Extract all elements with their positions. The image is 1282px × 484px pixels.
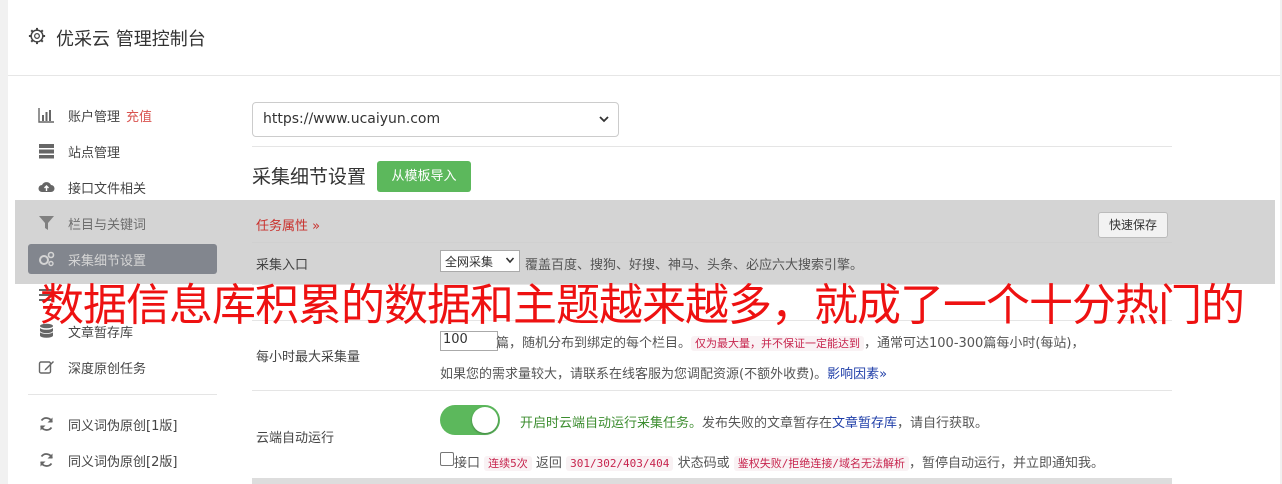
sidebar-item-sites[interactable]: 站点管理 bbox=[28, 136, 217, 166]
divider bbox=[252, 242, 1172, 243]
page-title: 优采云 管理控制台 bbox=[56, 29, 206, 50]
server-icon bbox=[39, 144, 54, 159]
site-select-value: https://www.ucaiyun.com bbox=[263, 111, 441, 127]
cloud-auto-run-desc: 开启时云端自动运行采集任务。发布失败的文章暂存在文章暂存库，请自行获取。 bbox=[520, 416, 989, 431]
refresh-icon bbox=[40, 417, 53, 431]
collect-entry-desc: 覆盖百度、搜狗、好搜、神马、头条、必应六大搜索引擎。 bbox=[525, 258, 864, 273]
edit-icon bbox=[38, 361, 54, 374]
factors-link[interactable]: 影响因素» bbox=[827, 367, 887, 382]
sidebar-item-label: 账户管理 bbox=[68, 110, 121, 125]
refresh-icon bbox=[40, 453, 53, 467]
pause-on-error-checkbox[interactable] bbox=[440, 452, 454, 466]
article-store-link[interactable]: 文章暂存库 bbox=[832, 416, 897, 431]
sidebar-item-deep-original[interactable]: 深度原创任务 bbox=[28, 352, 217, 382]
sidebar-item-label: 同义词伪原创[2版] bbox=[68, 455, 178, 470]
import-template-button[interactable]: 从模板导入 bbox=[377, 161, 471, 192]
section-title: 采集细节设置 bbox=[252, 166, 367, 188]
sidebar-item-synonym-v1[interactable]: 同义词伪原创[1版] bbox=[28, 409, 217, 439]
sidebar-item-label: 接口文件相关 bbox=[68, 182, 147, 197]
divider bbox=[252, 146, 1172, 147]
sidebar-divider bbox=[28, 394, 217, 395]
collect-entry-label: 采集入口 bbox=[256, 258, 309, 273]
hourly-max-label: 每小时最大采集量 bbox=[256, 350, 361, 365]
console-card: 优采云 管理控制台 账户管理 充值 站点管理 接口文件相关 栏目与关键词 采集细… bbox=[8, 0, 1280, 484]
bottom-divider bbox=[252, 478, 1172, 484]
sidebar-item-account[interactable]: 账户管理 充值 bbox=[28, 100, 217, 130]
collect-entry-value: 全网采集 bbox=[445, 255, 494, 269]
hourly-max-contact: 如果您的需求量较大，请联系在线客服为您调配资源(不额外收费)。影响因素» bbox=[440, 367, 888, 382]
sidebar-item-label: 同义词伪原创[1版] bbox=[68, 419, 178, 434]
pause-on-error-desc: 接口 连续5次 返回 301/302/403/404 状态码或 鉴权失败/拒绝连… bbox=[454, 456, 1104, 471]
recharge-link[interactable]: 充值 bbox=[126, 110, 152, 125]
sidebar-item-label: 深度原创任务 bbox=[68, 362, 147, 377]
toggle-knob bbox=[472, 407, 498, 433]
max-note-code: 仅为最大量，并不保证一定能达到 bbox=[691, 336, 865, 351]
chevron-down-icon bbox=[599, 116, 609, 123]
hourly-max-desc: 篇，随机分布到绑定的每个栏目。 仅为最大量，并不保证一定能达到 ，通常可达100-3… bbox=[496, 336, 1085, 351]
site-select[interactable]: https://www.ucaiyun.com bbox=[252, 102, 619, 137]
collect-entry-select[interactable]: 全网采集 bbox=[440, 250, 520, 272]
sidebar-item-interface-files[interactable]: 接口文件相关 bbox=[28, 172, 217, 202]
cloud-auto-run-toggle[interactable] bbox=[440, 405, 500, 435]
cloud-upload-icon bbox=[38, 182, 55, 192]
chevron-down-icon bbox=[505, 257, 515, 264]
cloud-auto-run-label: 云端自动运行 bbox=[256, 431, 335, 446]
header: 优采云 管理控制台 bbox=[8, 0, 1280, 76]
sidebar-item-label: 站点管理 bbox=[68, 146, 121, 161]
overlay-caption: 数据信息库积累的数据和主题越来越多，就成了一个十分热门的 bbox=[40, 280, 1245, 331]
gear-icon bbox=[28, 27, 46, 45]
quick-save-button[interactable]: 快速保存 bbox=[1098, 212, 1168, 238]
sidebar-item-synonym-v2[interactable]: 同义词伪原创[2版] bbox=[28, 445, 217, 475]
task-attributes-toggle[interactable]: 任务属性 » bbox=[256, 215, 320, 234]
divider bbox=[252, 390, 1172, 391]
bar-chart-icon bbox=[38, 108, 54, 123]
hourly-max-input[interactable]: 100 bbox=[440, 331, 498, 351]
